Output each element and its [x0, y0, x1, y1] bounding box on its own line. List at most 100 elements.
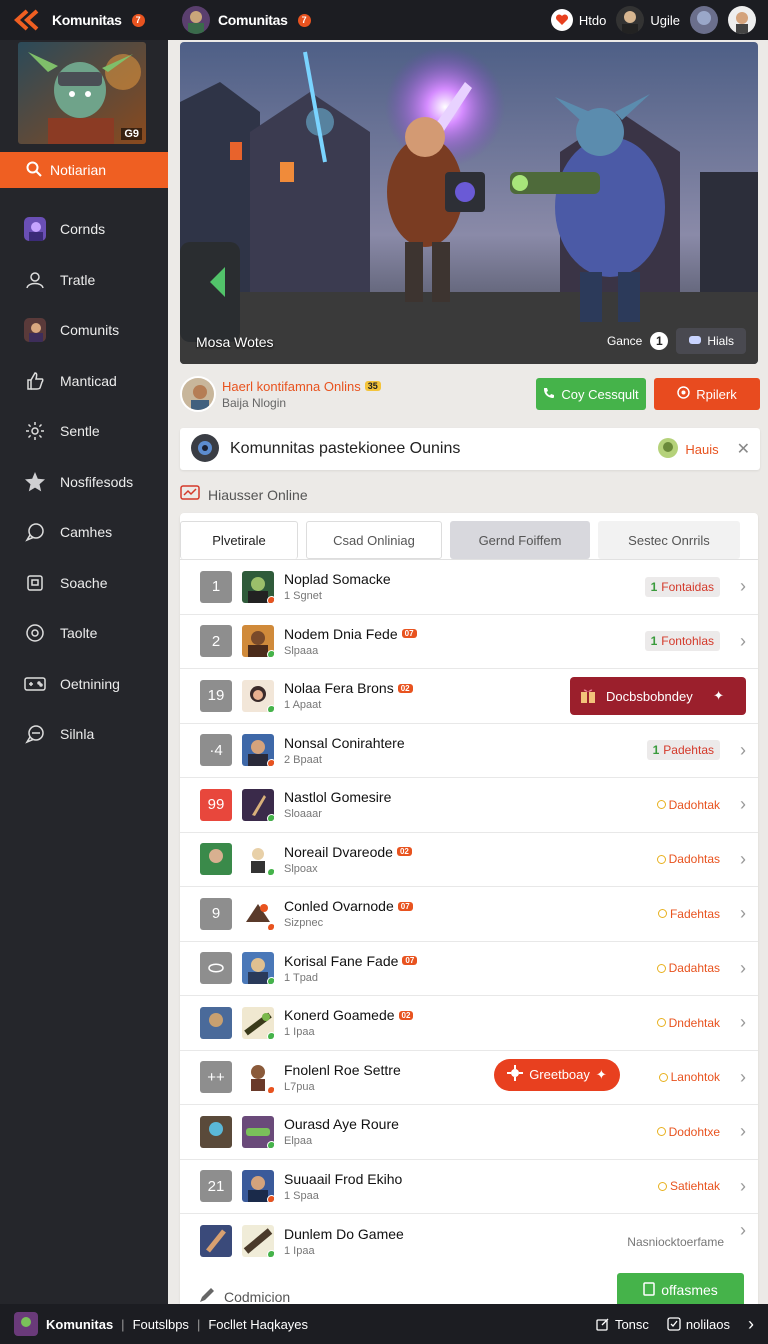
chevron-right-icon[interactable]: ›	[740, 740, 746, 761]
thumb-up-icon	[24, 370, 46, 392]
brand[interactable]: Komunitas 7	[0, 9, 168, 31]
chevron-right-icon[interactable]: ›	[740, 576, 746, 597]
hero-banner[interactable]: Mosa Wotes Gance 1 Hials	[180, 42, 758, 364]
sidebar-item-taolte[interactable]: Taolte	[0, 608, 168, 659]
tab-plvetirale[interactable]: Plvetirale	[180, 521, 298, 559]
chevron-right-icon[interactable]: ›	[748, 1314, 754, 1335]
row-subtitle: Sizpnec	[284, 917, 324, 930]
user-ugile-label: Ugile	[650, 12, 680, 28]
row-title: Konerd Goamede 02	[284, 1007, 414, 1023]
logo-icon	[14, 9, 44, 31]
footer-left-link[interactable]: Codmicion	[224, 1289, 290, 1305]
game-thumbnail	[242, 625, 274, 658]
row-status: Satiehtak	[657, 1179, 720, 1194]
bottom-avatar[interactable]	[14, 1312, 38, 1336]
row-title: Nodem Dnia Fede 07	[284, 626, 417, 642]
green-action-button[interactable]: Coy Cessqult	[536, 378, 646, 410]
chevron-right-icon[interactable]: ›	[740, 849, 746, 870]
rank-badge	[200, 843, 232, 876]
sidebar-item-soache[interactable]: Soache	[0, 558, 168, 609]
sidebar-search-label: Notiarian	[50, 162, 107, 178]
rank-badge	[200, 1225, 232, 1258]
close-icon[interactable]: ✕	[737, 439, 750, 459]
user-ugile[interactable]: Ugile	[616, 6, 680, 34]
hauis-link[interactable]: Hauis	[657, 437, 719, 462]
row-title: Noreail Dvareode 02	[284, 844, 412, 860]
community-search-bar[interactable]: Komunnitas pastekionee Ounins Hauis ✕	[180, 428, 760, 470]
chevron-right-icon[interactable]: ›	[740, 1220, 746, 1241]
sidebar-item-nosfifesods[interactable]: Nosfifesods	[0, 457, 168, 508]
game-thumbnail	[242, 788, 274, 821]
table-row[interactable]: 99 Nastlol Gomesire Sloaaar Dadohtak ›	[180, 778, 758, 833]
chevron-right-icon[interactable]: ›	[740, 958, 746, 979]
bottom-brand[interactable]: Komunitas	[46, 1317, 113, 1332]
bottom-right-1[interactable]: Tonsc	[596, 1317, 649, 1332]
rank-badge: 1	[200, 570, 232, 603]
chevron-right-icon[interactable]: ›	[740, 1121, 746, 1142]
bottom-link-1[interactable]: Foutslbps	[133, 1317, 189, 1332]
game-thumbnail	[242, 1115, 274, 1148]
game-thumbnail	[242, 1225, 274, 1258]
chart-icon	[180, 484, 200, 505]
table-row[interactable]: ++ Fnolenl Roe Settre L7pua Greetboay ✦ …	[180, 1051, 758, 1105]
sidebar-item-sentle[interactable]: Sentle	[0, 406, 168, 457]
row-subtitle: Slpaaa	[284, 644, 319, 657]
user-ugile-avatar	[616, 6, 645, 34]
user-row: Haerl kontifamna Onlins 35 Baija Nlogin …	[180, 374, 760, 414]
user-avatar-2[interactable]	[690, 6, 718, 34]
sidebar-search[interactable]: Notiarian	[0, 152, 168, 188]
user-htdo[interactable]: Htdo	[550, 9, 606, 31]
sidebar-item-manticad[interactable]: Manticad	[0, 356, 168, 407]
game-thumbnail	[242, 1170, 274, 1203]
table-row[interactable]: Konerd Goamede 02 1 Ipaa Dndehtak ›	[180, 996, 758, 1051]
highlight-banner[interactable]: Docbsbobndey ✦	[570, 677, 746, 715]
ranking-list: 1 Noplad Somacke 1 Sgnet 1 Fontaidas › 2 …	[180, 559, 758, 1269]
chevron-right-icon[interactable]: ›	[740, 1176, 746, 1197]
table-row[interactable]: Korisal Fane Fade 07 1 Tpad Dadahtas ›	[180, 942, 758, 996]
profile-avatar[interactable]	[728, 6, 756, 34]
chevron-right-icon[interactable]: ›	[740, 1012, 746, 1033]
bottom-right-2[interactable]: nolilaos	[667, 1317, 730, 1332]
table-row[interactable]: 9 Conled Ovarnode 07 Sizpnec Fadehtas ›	[180, 887, 758, 942]
tab-csad-oniniag[interactable]: Csad Onliniag	[306, 521, 442, 559]
square-icon	[24, 572, 46, 594]
chevron-right-icon[interactable]: ›	[740, 903, 746, 924]
table-row[interactable]: Ourasd Aye Roure Elpaa Dodohtxe ›	[180, 1105, 758, 1160]
chevron-right-icon[interactable]: ›	[740, 631, 746, 652]
sidebar-item-comunits[interactable]: Comunits	[0, 305, 168, 356]
sidebar-item-oetnining[interactable]: Oetnining	[0, 659, 168, 710]
hero-pill-button[interactable]: Hials	[676, 328, 746, 354]
row-status: Dodohtxe	[656, 1125, 720, 1140]
chevron-right-icon[interactable]: ›	[740, 794, 746, 815]
table-row[interactable]: ·4 Nonsal Conirahtere 2 Bpaat 1 Padehtas …	[180, 724, 758, 778]
sidebar-banner[interactable]: G9	[18, 42, 146, 144]
sidebar-item-tratle[interactable]: Tratle	[0, 255, 168, 306]
table-row[interactable]: Noreail Dvareode 02 Slpoax Dadohtas ›	[180, 833, 758, 887]
gift-icon	[578, 685, 598, 708]
ranking-tabs: Plvetirale Csad Onliniag Gernd Foiffem S…	[180, 513, 758, 559]
rank-badge: 99	[200, 788, 232, 821]
user-name[interactable]: Haerl kontifamna Onlins 35	[222, 379, 381, 394]
red-action-button[interactable]: Rpilerk	[654, 378, 760, 410]
offers-button[interactable]: offasmes	[617, 1272, 744, 1308]
table-row[interactable]: 1 Noplad Somacke 1 Sgnet 1 Fontaidas ›	[180, 560, 758, 615]
user-level-badge: 35	[364, 381, 381, 391]
tab-gernd-foiffem[interactable]: Gernd Foiffem	[450, 521, 590, 559]
table-row[interactable]: 19 Nolaa Fera Brons 02 1 Apaat Docbsbobnd…	[180, 669, 758, 724]
row-subtitle: Elpaa	[284, 1135, 313, 1148]
bottom-link-2[interactable]: Focllet Haqkayes	[208, 1317, 308, 1332]
community-switcher[interactable]: Comunitas 7	[168, 6, 311, 34]
sidebar-item-silnla[interactable]: Silnla	[0, 709, 168, 760]
community-avatar	[182, 6, 210, 34]
table-row[interactable]: 21 Suuaail Frod Ekiho 1 Spaa Satiehtak ›	[180, 1160, 758, 1214]
game-thumbnail	[242, 734, 274, 767]
tab-sestec-onrrils[interactable]: Sestec Onrrils	[598, 521, 740, 559]
online-label: Hiausser Online	[208, 486, 308, 503]
chevron-right-icon[interactable]: ›	[740, 1067, 746, 1088]
user-avatar[interactable]	[180, 376, 216, 412]
sidebar-item-camhes[interactable]: Camhes	[0, 507, 168, 558]
brand-name: Komunitas	[52, 12, 122, 28]
greetboay-button[interactable]: Greetboay ✦	[494, 1058, 620, 1091]
table-row[interactable]: 2 Nodem Dnia Fede 07 Slpaaa 1 Fontohlas ›	[180, 615, 758, 669]
sidebar-item-cornds[interactable]: Cornds	[0, 204, 168, 255]
